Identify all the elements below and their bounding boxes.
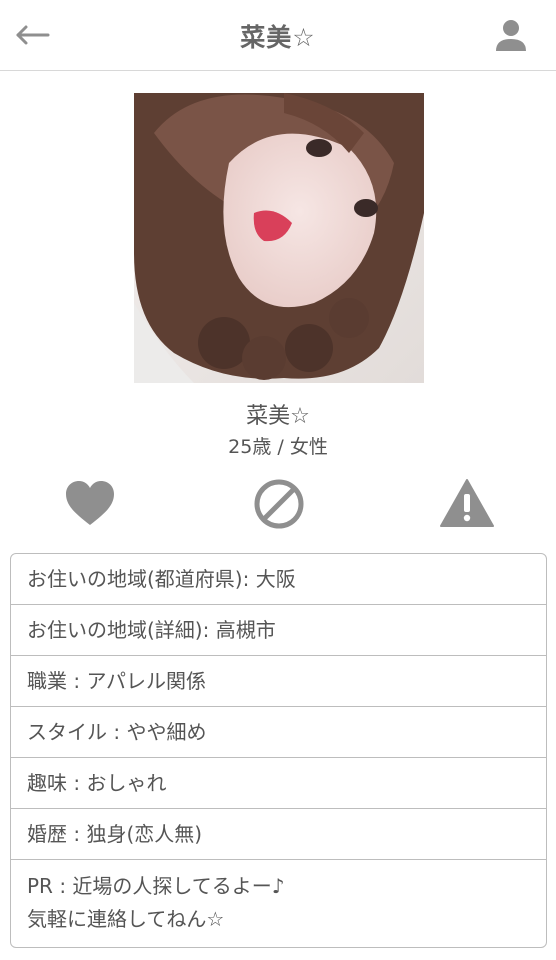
my-profile-button[interactable]: [494, 18, 528, 52]
prohibited-icon: [254, 479, 304, 529]
detail-marital-status: 婚歴 : 独身(恋人無): [11, 808, 546, 859]
profile-age-gender: 25歳 / 女性: [228, 436, 328, 458]
block-button[interactable]: [251, 476, 307, 532]
page-title: 菜美☆: [240, 23, 316, 52]
profile-photo[interactable]: [134, 93, 424, 383]
detail-hobby: 趣味 : おしゃれ: [11, 757, 546, 808]
report-button[interactable]: [439, 476, 495, 532]
detail-prefecture: お住いの地域(都道府県): 大阪: [27, 567, 296, 591]
profile-name: 菜美☆: [246, 404, 310, 429]
profile-details-list: お住いの地域(都道府県): 大阪 お住いの地域(詳細): 高槻市 職業 : アパ…: [10, 553, 547, 948]
heart-icon: [66, 481, 114, 525]
detail-pr: PR : 近場の人探してるよー♪ 気軽に連絡してねん☆: [11, 859, 546, 947]
pr-line-2: 気軽に連絡してねん☆: [27, 907, 225, 931]
top-bar: 菜美☆: [0, 0, 556, 71]
profile-photo-image: [134, 93, 424, 383]
person-icon: [496, 20, 526, 51]
warning-icon: [440, 479, 494, 527]
detail-occupation: 職業 : アパレル関係: [11, 655, 546, 706]
detail-city: お住いの地域(詳細): 高槻市: [11, 604, 546, 655]
pr-line-1: PR : 近場の人探してるよー♪: [27, 874, 285, 898]
like-button[interactable]: [62, 476, 118, 532]
detail-style: スタイル : やや細め: [11, 706, 546, 757]
